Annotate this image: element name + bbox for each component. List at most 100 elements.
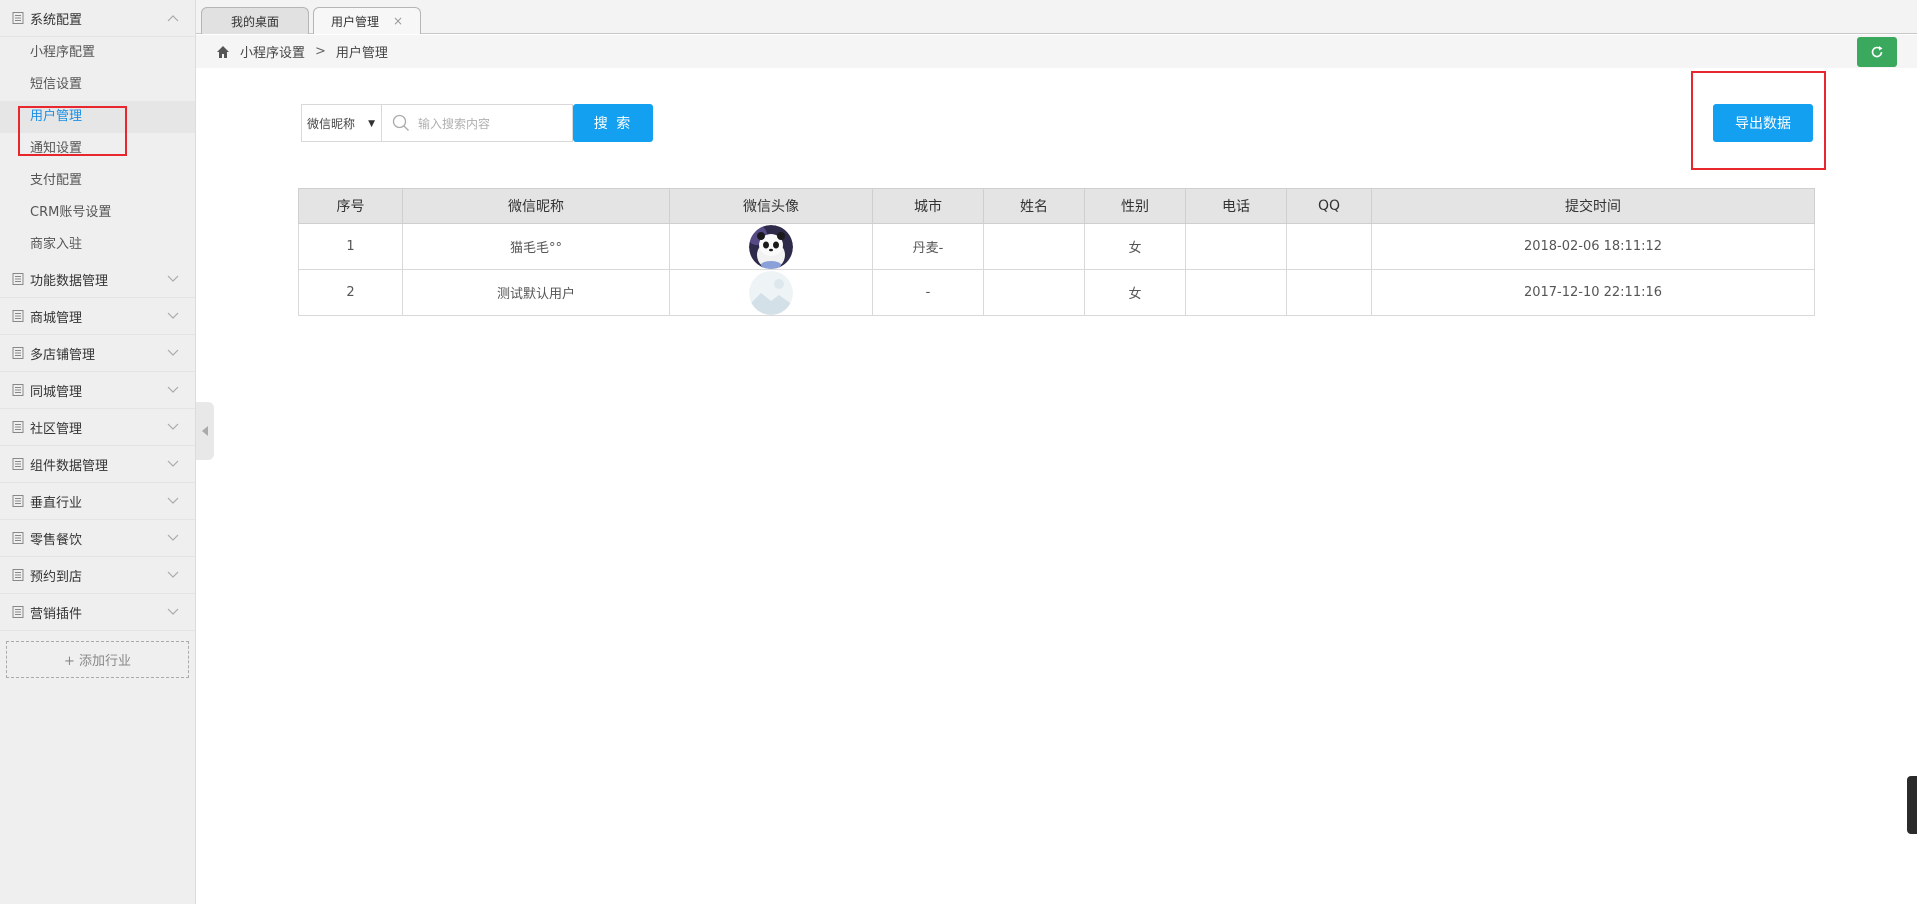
- search-button[interactable]: 搜 索: [573, 104, 653, 142]
- cell-avatar: [669, 223, 873, 270]
- chevron-up-icon: [167, 15, 179, 22]
- sidebar-collapse-handle[interactable]: [196, 402, 214, 460]
- cell-qq: [1286, 269, 1372, 316]
- sidebar: 系统配置 小程序配置 短信设置 用户管理 通知设置 支付配置 CRM账号设置 商…: [0, 0, 196, 904]
- group-header-mall[interactable]: 商城管理: [0, 298, 195, 335]
- search-placeholder: 输入搜索内容: [418, 116, 491, 131]
- search-input[interactable]: 输入搜索内容: [382, 104, 573, 142]
- search-field-select[interactable]: 微信昵称 ▼: [301, 104, 382, 142]
- column-header-avatar: 微信头像: [669, 188, 873, 224]
- breadcrumb-level2: 用户管理: [335, 46, 388, 61]
- group-label: 同城管理: [30, 384, 83, 400]
- cell-gender: 女: [1084, 223, 1186, 270]
- tab-user-management[interactable]: 用户管理 ×: [313, 7, 421, 34]
- group-header-same-city[interactable]: 同城管理: [0, 372, 195, 409]
- column-header-nickname: 微信昵称: [402, 188, 670, 224]
- cell-phone: [1185, 269, 1287, 316]
- cell-phone: [1185, 223, 1287, 270]
- cell-city: 丹麦-: [872, 223, 984, 270]
- group-label: 组件数据管理: [30, 458, 109, 474]
- panda-avatar: [749, 224, 793, 269]
- group-label: 多店铺管理: [30, 347, 96, 363]
- table-header-row: 序号 微信昵称 微信头像 城市 姓名 性别 电话 QQ 提交时间: [298, 188, 1815, 224]
- tab-my-desktop[interactable]: 我的桌面: [201, 7, 309, 34]
- chevron-down-icon: [167, 497, 179, 504]
- group-header-vertical-industry[interactable]: 垂直行业: [0, 483, 195, 520]
- group-header-marketing-plugins[interactable]: 营销插件: [0, 594, 195, 631]
- group-header-system-config[interactable]: 系统配置: [0, 0, 195, 37]
- sidebar-item-user-management[interactable]: 用户管理: [0, 101, 195, 133]
- document-icon: [12, 383, 25, 397]
- cell-qq: [1286, 223, 1372, 270]
- column-header-index: 序号: [298, 188, 403, 224]
- cell-avatar: [669, 269, 873, 316]
- cell-nickname: 猫毛毛°°: [402, 223, 670, 270]
- column-header-qq: QQ: [1286, 188, 1372, 224]
- user-table: 序号 微信昵称 微信头像 城市 姓名 性别 电话 QQ 提交时间 1 猫毛毛°°: [298, 188, 1815, 316]
- group-label: 社区管理: [30, 421, 83, 437]
- group-label: 垂直行业: [30, 495, 83, 511]
- chevron-down-icon: [167, 460, 179, 467]
- refresh-icon: [1871, 46, 1883, 58]
- chevron-down-icon: [167, 571, 179, 578]
- group-label: 系统配置: [30, 12, 83, 28]
- group-label: 预约到店: [30, 569, 83, 585]
- group-header-multi-store[interactable]: 多店铺管理: [0, 335, 195, 372]
- search-bar: 微信昵称 ▼ 输入搜索内容 搜 索: [301, 104, 653, 142]
- cell-city: -: [872, 269, 984, 316]
- search-icon: [392, 114, 409, 131]
- group-label: 零售餐饮: [30, 532, 83, 548]
- tab-bar: 我的桌面 用户管理 ×: [196, 0, 1917, 34]
- chevron-down-icon: [167, 275, 179, 282]
- sidebar-item-miniapp-config[interactable]: 小程序配置: [0, 37, 195, 69]
- document-icon: [12, 457, 25, 471]
- document-icon: [12, 346, 25, 360]
- floating-side-widget[interactable]: [1907, 776, 1917, 834]
- document-icon: [12, 420, 25, 434]
- close-icon[interactable]: ×: [393, 14, 403, 28]
- cell-submit-time: 2018-02-06 18:11:12: [1371, 223, 1815, 270]
- table-row: 1 猫毛毛°° 丹麦- 女 2018-02-06 18:11:12: [298, 223, 1815, 270]
- group-header-reservation[interactable]: 预约到店: [0, 557, 195, 594]
- document-icon: [12, 11, 25, 25]
- document-icon: [12, 568, 25, 582]
- home-icon[interactable]: [216, 45, 230, 59]
- sidebar-item-payment-config[interactable]: 支付配置: [0, 165, 195, 197]
- caret-left-icon: [202, 426, 208, 436]
- group-header-component-data[interactable]: 组件数据管理: [0, 446, 195, 483]
- document-icon: [12, 605, 25, 619]
- cell-index: 1: [298, 223, 403, 270]
- sidebar-item-sms-settings[interactable]: 短信设置: [0, 69, 195, 101]
- search-field-value: 微信昵称: [307, 116, 356, 131]
- breadcrumb-separator: >: [315, 44, 326, 59]
- default-avatar: [749, 270, 793, 315]
- refresh-button[interactable]: [1857, 37, 1897, 67]
- add-industry-button[interactable]: + 添加行业: [6, 641, 189, 678]
- column-header-city: 城市: [872, 188, 984, 224]
- column-header-phone: 电话: [1185, 188, 1287, 224]
- document-icon: [12, 531, 25, 545]
- group-label: 商城管理: [30, 310, 83, 326]
- group-label: 营销插件: [30, 606, 83, 622]
- document-icon: [12, 494, 25, 508]
- document-icon: [12, 309, 25, 323]
- chevron-down-icon: [167, 423, 179, 430]
- tab-label: 我的桌面: [230, 14, 279, 29]
- chevron-down-icon: [167, 312, 179, 319]
- column-header-name: 姓名: [983, 188, 1085, 224]
- export-data-button[interactable]: 导出数据: [1713, 104, 1813, 142]
- cell-nickname: 测试默认用户: [402, 269, 670, 316]
- group-header-retail-catering[interactable]: 零售餐饮: [0, 520, 195, 557]
- chevron-down-icon: [167, 608, 179, 615]
- column-header-gender: 性别: [1084, 188, 1186, 224]
- breadcrumb-level1[interactable]: 小程序设置: [240, 42, 305, 61]
- sidebar-item-merchant-entry[interactable]: 商家入驻: [0, 229, 195, 261]
- sidebar-item-crm-account[interactable]: CRM账号设置: [0, 197, 195, 229]
- chevron-down-icon: [167, 386, 179, 393]
- sidebar-item-notification-settings[interactable]: 通知设置: [0, 133, 195, 165]
- chevron-down-icon: [167, 349, 179, 356]
- breadcrumb: 小程序设置 > 用户管理: [196, 35, 1917, 68]
- group-header-function-data[interactable]: 功能数据管理: [0, 261, 195, 298]
- group-header-community[interactable]: 社区管理: [0, 409, 195, 446]
- tab-label: 用户管理: [330, 14, 379, 29]
